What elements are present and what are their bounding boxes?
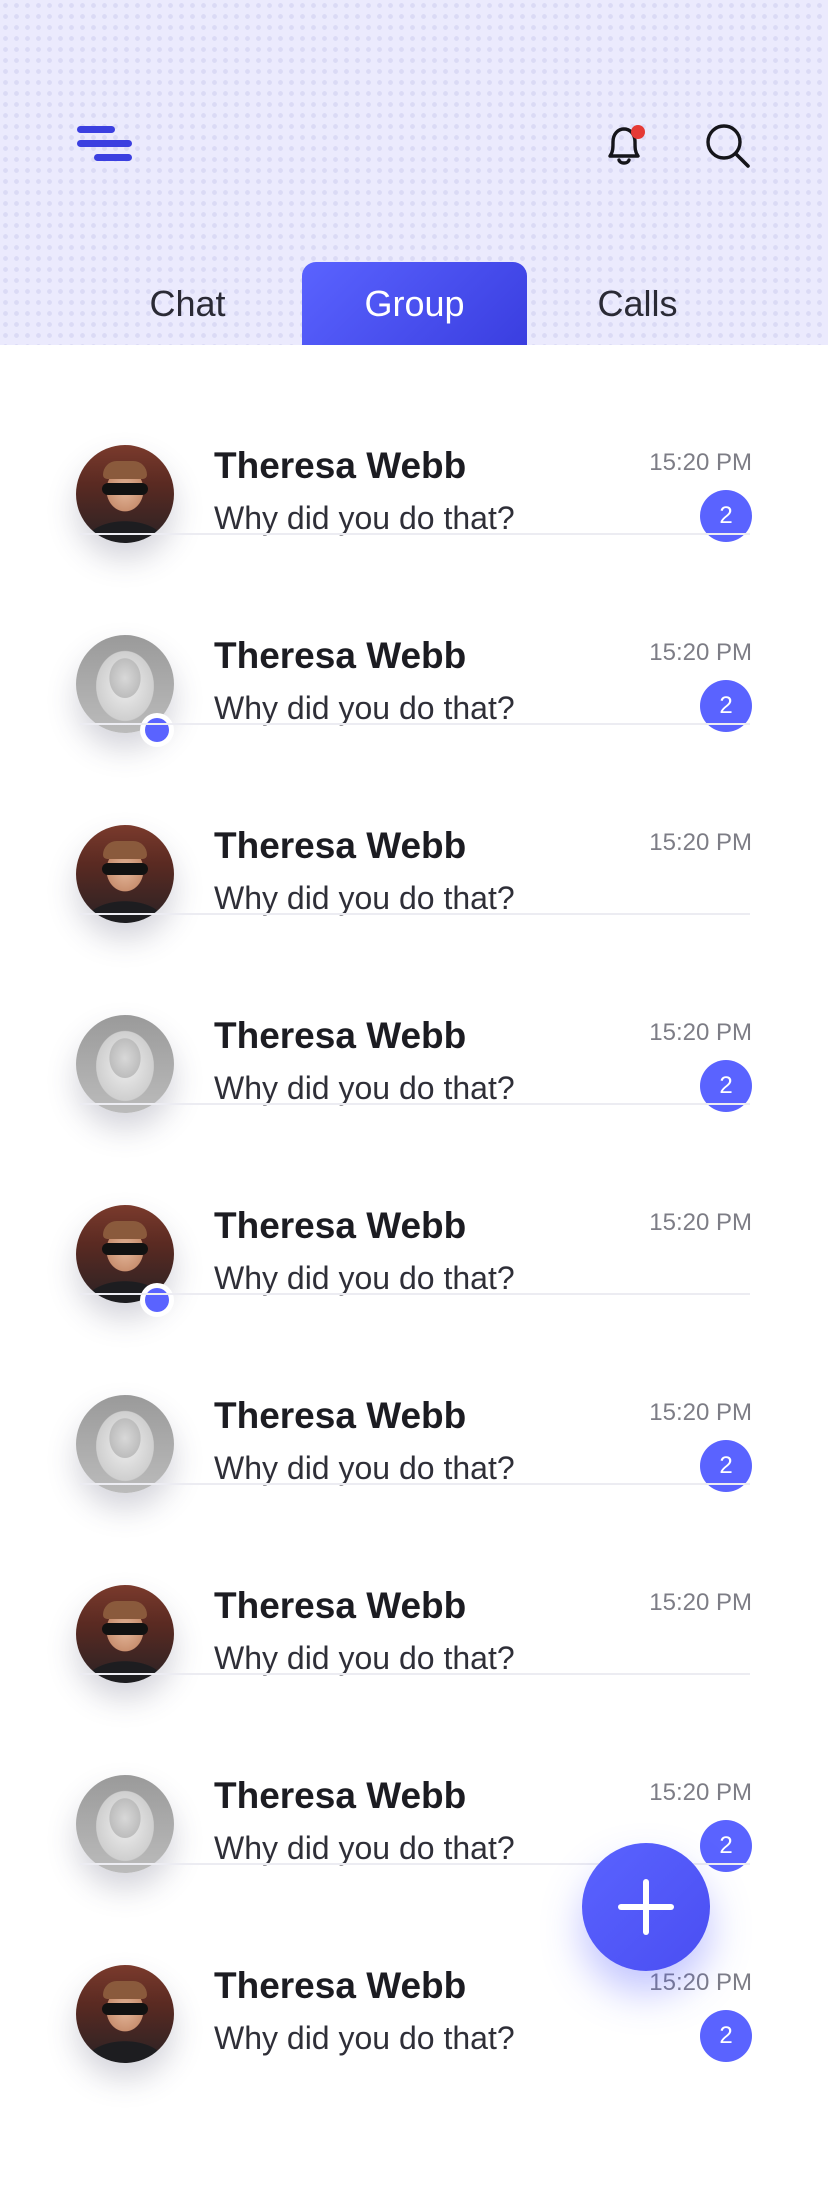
contact-name: Theresa Webb <box>214 445 467 486</box>
message-preview: Why did you do that? <box>214 1260 515 1296</box>
message-preview: Why did you do that? <box>214 690 515 726</box>
avatar <box>76 1775 174 1873</box>
bell-icon <box>608 125 645 165</box>
avatar <box>76 825 174 923</box>
tab-chat[interactable]: Chat <box>75 262 300 345</box>
tab-label: Calls <box>597 282 678 324</box>
tab-label: Chat <box>149 282 226 324</box>
menu-button[interactable] <box>72 118 136 168</box>
chat-list-item[interactable]: Theresa Webb Why did you do that? 15:20 PM <box>0 1485 828 1683</box>
avatar <box>76 1395 174 1493</box>
chat-list-item[interactable]: Theresa Webb Why did you do that? 15:20 PM <box>0 725 828 923</box>
tab-label: Group <box>364 282 465 324</box>
chat-list-item[interactable]: Theresa Webb Why did you do that? 15:20 PM <box>0 1105 828 1317</box>
message-time: 15:20 PM <box>649 1019 752 1046</box>
message-preview: Why did you do that? <box>214 2020 515 2056</box>
app-header: Chat Group Calls <box>0 0 828 345</box>
message-time: 15:20 PM <box>649 1589 752 1616</box>
contact-name: Theresa Webb <box>214 1015 467 1056</box>
message-preview: Why did you do that? <box>214 880 515 916</box>
message-time: 15:20 PM <box>649 449 752 476</box>
message-preview: Why did you do that? <box>214 1070 515 1106</box>
chat-list-item[interactable]: Theresa Webb Why did you do that? 15:20 PM… <box>0 535 828 747</box>
chat-list-item[interactable]: Theresa Webb Why did you do that? 15:20 PM… <box>0 915 828 1113</box>
new-chat-button[interactable] <box>582 1843 710 1971</box>
search-button[interactable] <box>700 118 756 174</box>
chat-list-item[interactable]: Theresa Webb Why did you do that? 15:20 PM… <box>0 1675 828 1873</box>
tab-calls[interactable]: Calls <box>525 262 750 345</box>
avatar <box>76 1965 174 2063</box>
message-preview: Why did you do that? <box>214 1640 515 1676</box>
contact-name: Theresa Webb <box>214 1965 467 2006</box>
chat-list-item[interactable]: Theresa Webb Why did you do that? 15:20 PM… <box>0 345 828 543</box>
unread-count-badge: 2 <box>700 2010 752 2062</box>
contact-name: Theresa Webb <box>214 1205 467 1246</box>
contact-name: Theresa Webb <box>214 825 467 866</box>
message-preview: Why did you do that? <box>214 1830 515 1866</box>
contact-name: Theresa Webb <box>214 1395 467 1436</box>
message-time: 15:20 PM <box>649 1969 752 1996</box>
message-time: 15:20 PM <box>649 639 752 666</box>
message-time: 15:20 PM <box>649 1779 752 1806</box>
tab-bar: Chat Group Calls <box>0 262 828 345</box>
chat-list-item[interactable]: Theresa Webb Why did you do that? 15:20 PM… <box>0 1295 828 1493</box>
message-time: 15:20 PM <box>649 1399 752 1426</box>
search-icon <box>706 124 750 168</box>
contact-name: Theresa Webb <box>214 1775 467 1816</box>
message-preview: Why did you do that? <box>214 500 515 536</box>
avatar <box>76 1585 174 1683</box>
notifications-button[interactable] <box>596 118 652 174</box>
contact-name: Theresa Webb <box>214 635 467 676</box>
avatar <box>76 445 174 543</box>
message-time: 15:20 PM <box>649 1209 752 1236</box>
tab-group[interactable]: Group <box>302 262 527 345</box>
avatar <box>76 1015 174 1113</box>
notification-dot <box>631 125 645 139</box>
message-preview: Why did you do that? <box>214 1450 515 1486</box>
contact-name: Theresa Webb <box>214 1585 467 1626</box>
message-time: 15:20 PM <box>649 829 752 856</box>
